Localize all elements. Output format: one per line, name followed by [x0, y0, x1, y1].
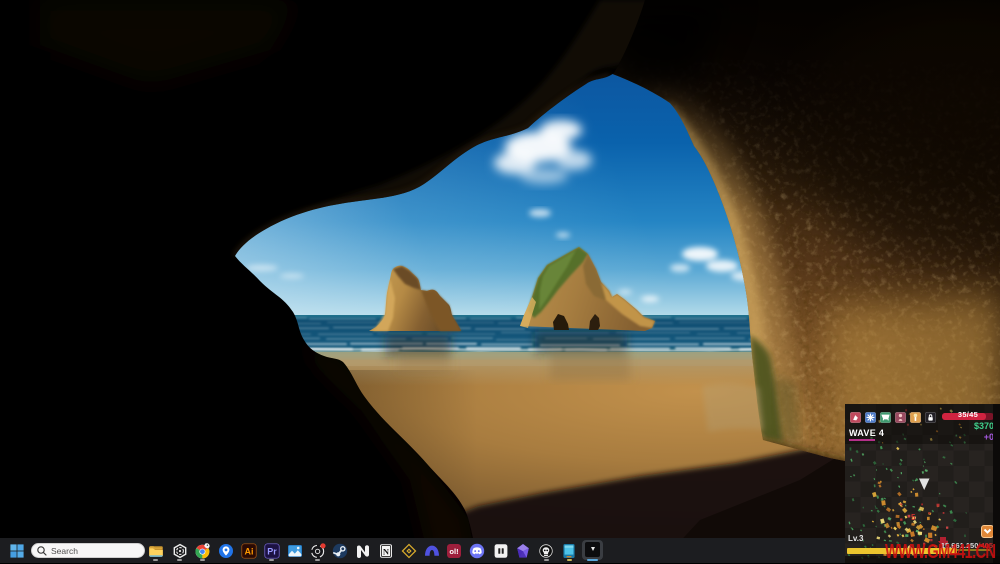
svg-text:ol!: ol!	[449, 547, 458, 556]
svg-text:Pr: Pr	[267, 546, 277, 556]
svg-text:N: N	[382, 547, 389, 557]
svg-text:Ai: Ai	[244, 546, 253, 556]
svg-text:5: 5	[911, 513, 916, 522]
